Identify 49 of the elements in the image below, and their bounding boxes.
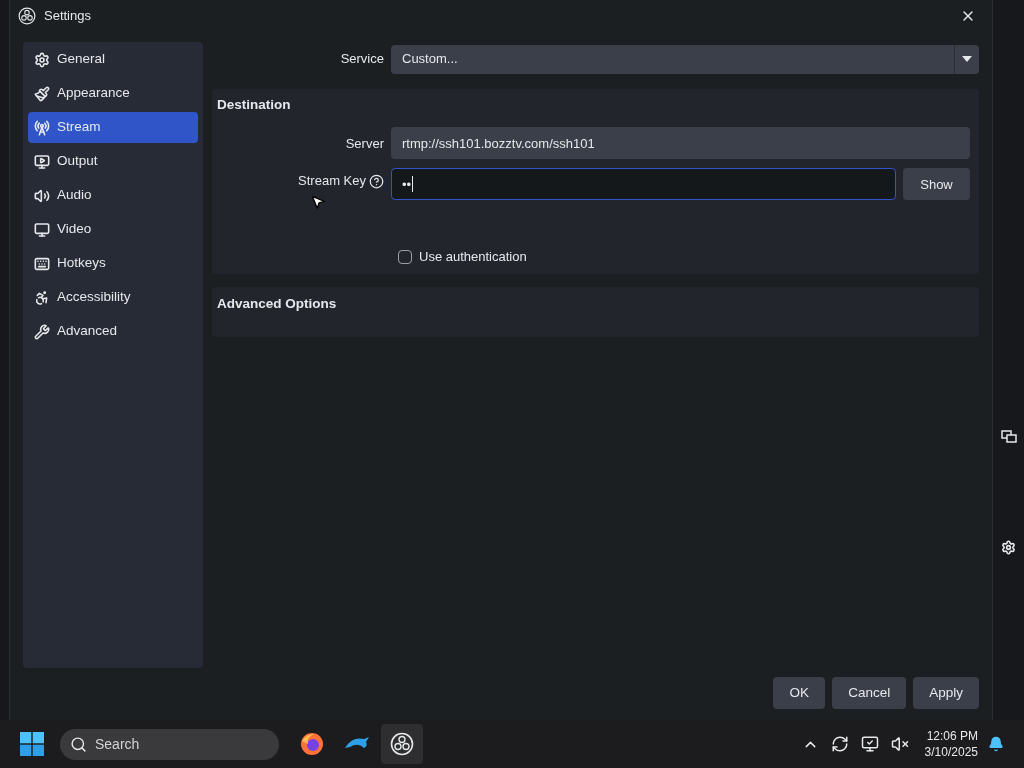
sidebar-item[interactable]: Audio	[28, 180, 198, 211]
accessibility-icon	[34, 289, 50, 306]
monitor-icon	[34, 221, 50, 238]
checkbox-label: Use authentication	[419, 248, 527, 267]
dialog-button[interactable]: OK	[773, 677, 826, 709]
dialog-button[interactable]: Apply	[913, 677, 979, 709]
section-title: Destination	[217, 96, 292, 114]
dialog-button[interactable]: Cancel	[832, 677, 907, 709]
gear-icon[interactable]	[1001, 540, 1016, 555]
window-title: Settings	[44, 6, 91, 25]
sidebar-item[interactable]: General	[28, 44, 198, 75]
search-field[interactable]: Search	[60, 728, 279, 760]
checkbox[interactable]	[398, 250, 412, 264]
start-icon[interactable]	[20, 732, 44, 756]
sidebar-item[interactable]: Accessibility	[28, 282, 198, 313]
browser-icon[interactable]	[300, 732, 324, 756]
muted-speaker-icon[interactable]	[890, 735, 909, 753]
windows-icon[interactable]	[1000, 430, 1017, 444]
screen-icon	[34, 153, 50, 170]
service-dropdown[interactable]: Custom...	[391, 44, 979, 74]
search-icon	[70, 735, 87, 753]
clock-date: 3/10/2025	[924, 744, 978, 760]
sidebar-item[interactable]: Stream	[28, 112, 198, 143]
field-label: Server	[344, 134, 385, 153]
antenna-icon	[34, 119, 50, 136]
obs-icon	[390, 732, 414, 756]
brush-icon	[34, 85, 50, 102]
caret-icon	[962, 56, 972, 62]
field-label: Service	[339, 50, 385, 69]
server-field[interactable]: rtmp://ssh101.bozztv.com/ssh101	[391, 127, 970, 160]
keyboard-icon	[34, 255, 50, 272]
help-icon[interactable]	[369, 173, 384, 189]
wrench-icon	[34, 323, 50, 340]
app-logo-icon	[18, 6, 36, 25]
show-button[interactable]: Show	[903, 168, 970, 201]
sidebar-item[interactable]: Advanced	[28, 316, 198, 347]
sidebar-item[interactable]: Video	[28, 214, 198, 245]
speaker-icon	[34, 187, 50, 204]
mouse-pointer-icon	[310, 194, 326, 210]
stream-key-field[interactable]: ••	[391, 168, 896, 201]
sync-icon[interactable]	[830, 735, 849, 753]
bell-icon[interactable]	[988, 736, 1004, 752]
gear-icon	[34, 51, 50, 68]
sidebar-item[interactable]: Appearance	[28, 78, 198, 109]
field-label: Stream Key	[298, 172, 366, 191]
sidebar-item[interactable]: Output	[28, 146, 198, 177]
sidebar-item[interactable]: Hotkeys	[28, 248, 198, 279]
section-title: Advanced Options	[217, 296, 337, 311]
clock-time: 12:06 PM	[926, 728, 978, 744]
